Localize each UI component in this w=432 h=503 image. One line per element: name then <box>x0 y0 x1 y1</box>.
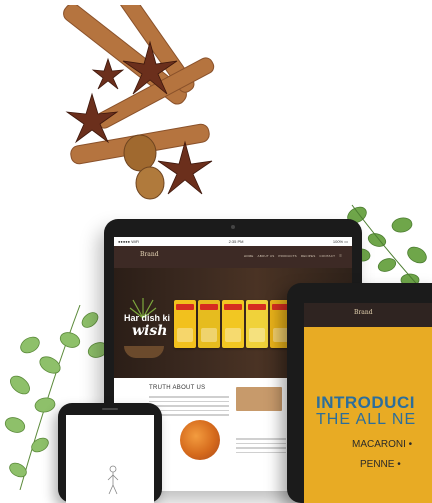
product-pack[interactable] <box>222 300 244 348</box>
product-pack[interactable] <box>246 300 268 348</box>
nav-item-home[interactable]: HOME <box>244 254 254 258</box>
tablet2-header: Brand <box>304 303 432 327</box>
spices-photo <box>236 387 282 411</box>
about-title: TRUTH ABOUT US <box>149 385 206 391</box>
status-battery: 100% ▭ <box>332 239 348 244</box>
spices-image <box>63 5 215 200</box>
camera-icon <box>231 225 235 229</box>
site-nav: HOME ABOUT US PRODUCTS RECIPES CONTACT ☰ <box>244 254 342 258</box>
promo-subheadline: THE ALL NE <box>316 411 417 428</box>
menu-icon[interactable]: ☰ <box>339 254 342 258</box>
product-pack[interactable] <box>198 300 220 348</box>
promo-item-penne: PENNE • <box>360 459 401 470</box>
promo-headline: INTRODUCI <box>316 393 415 412</box>
tablet-device-secondary: Brand INTRODUCI THE ALL NE MACARONI • PE… <box>287 283 432 503</box>
bowl-image <box>124 346 164 358</box>
nav-item-products[interactable]: PRODUCTS <box>278 254 296 258</box>
hero-headline: Har dish ki <box>124 313 171 323</box>
hero-tagline: wish <box>132 323 168 339</box>
site-logo-secondary[interactable]: Brand <box>354 309 373 316</box>
speaker-icon <box>102 408 118 410</box>
tablet2-screen: Brand INTRODUCI THE ALL NE MACARONI • PE… <box>304 303 432 503</box>
status-bar: ●●●●● WiFi 2:35 PM 100% ▭ <box>114 237 352 246</box>
site-logo[interactable]: Brand <box>140 251 159 258</box>
status-time: 2:35 PM <box>228 239 244 244</box>
nav-item-recipes[interactable]: RECIPES <box>301 254 316 258</box>
product-pack[interactable] <box>174 300 196 348</box>
phone-device <box>58 403 162 503</box>
about-text-secondary <box>236 438 286 456</box>
status-carrier: ●●●●● WiFi <box>118 239 140 244</box>
figure-icon <box>107 465 119 495</box>
promo-item-macaroni: MACARONI • <box>352 439 413 450</box>
nav-item-about[interactable]: ABOUT US <box>258 254 275 258</box>
site-header: Brand HOME ABOUT US PRODUCTS RECIPES CON… <box>114 246 352 268</box>
nav-item-contact[interactable]: CONTACT <box>319 254 335 258</box>
spice-bowl-image <box>180 420 220 460</box>
